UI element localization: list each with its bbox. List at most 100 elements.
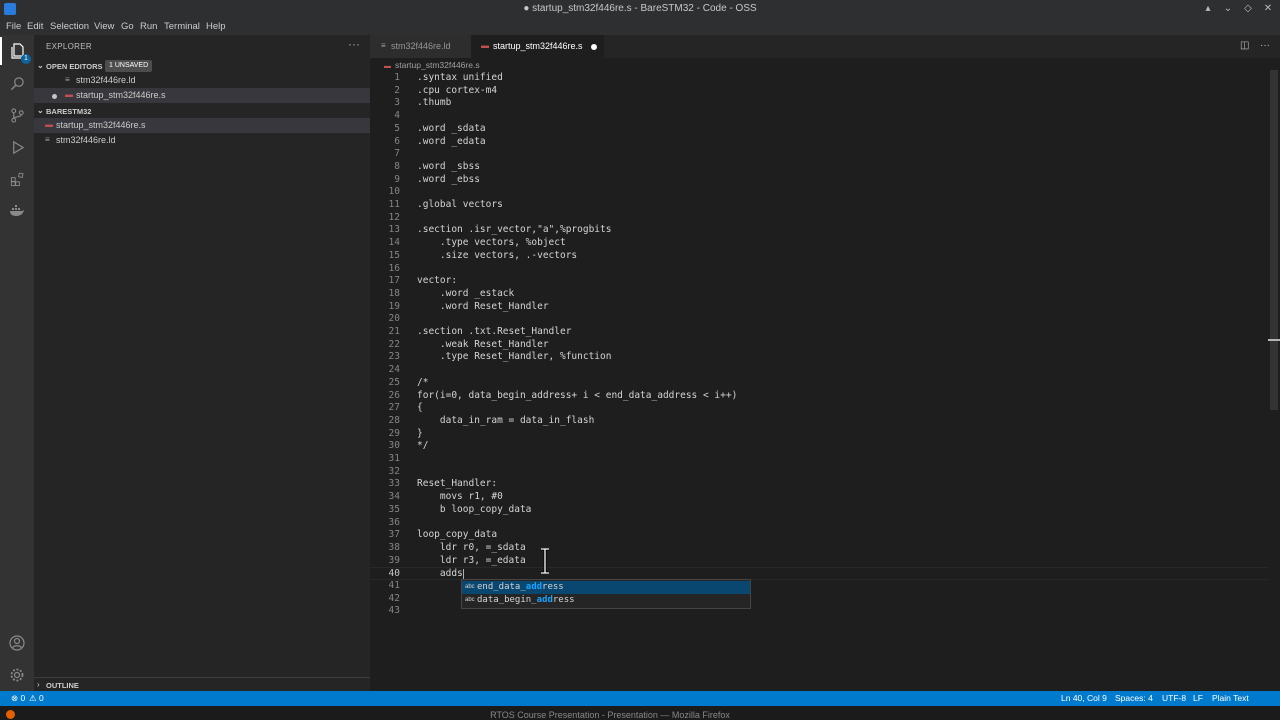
chevron-up-icon[interactable]: ▴ [1202, 3, 1214, 14]
search-icon[interactable] [0, 69, 34, 97]
code-line[interactable]: 39 ldr r3, =_edata [370, 555, 1270, 568]
code-line[interactable]: 14 .type vectors, %object [370, 237, 1270, 250]
code-line[interactable]: 5 .word _sdata [370, 123, 1270, 136]
taskbar-window-title[interactable]: RTOS Course Presentation - Presentation … [0, 710, 1220, 720]
menu-file[interactable]: File [6, 21, 21, 32]
outline-section-header[interactable]: › OUTLINE [34, 677, 370, 692]
code-line[interactable]: 10 [370, 186, 1270, 199]
menu-edit[interactable]: Edit [27, 21, 43, 32]
code-line[interactable]: 33 Reset_Handler: [370, 478, 1270, 491]
code-line[interactable]: 18 .word _estack [370, 288, 1270, 301]
files-icon[interactable]: 1 [0, 37, 34, 65]
code-line[interactable]: 23 .type Reset_Handler, %function [370, 351, 1270, 364]
end-of-line[interactable]: LF [1193, 693, 1203, 703]
tab-stm32f446re-ld[interactable]: ≡ stm32f446re.ld [370, 35, 471, 58]
suggestion-item[interactable]: abc data_begin_address [462, 594, 750, 607]
code-line[interactable]: 38 ldr r0, =_sdata [370, 542, 1270, 555]
code-line[interactable]: 37 loop_copy_data [370, 529, 1270, 542]
code-line[interactable]: 19 .word Reset_Handler [370, 301, 1270, 314]
breadcrumb[interactable]: ▬ startup_stm32f446re.s [384, 60, 480, 70]
cursor-position[interactable]: Ln 40, Col 9 [1061, 693, 1107, 703]
folder-label: BARESTM32 [46, 107, 92, 116]
folder-file-item[interactable]: ≡ stm32f446re.ld [34, 133, 370, 148]
code-line[interactable]: 1 .syntax unified [370, 72, 1270, 85]
code-line[interactable]: 32 [370, 466, 1270, 479]
code-line[interactable]: 11 .global vectors [370, 199, 1270, 212]
code-line[interactable]: 30 */ [370, 440, 1270, 453]
menu-go[interactable]: Go [121, 21, 134, 32]
title-bar: ● startup_stm32f446re.s - BareSTM32 - Co… [0, 0, 1280, 19]
indentation[interactable]: Spaces: 4 [1115, 693, 1153, 703]
open-editor-item[interactable]: ≡ stm32f446re.ld [34, 73, 370, 88]
line-number: 33 [388, 478, 400, 490]
code-line[interactable]: 28 data_in_ram = data_in_flash [370, 415, 1270, 428]
folder-file-item-active[interactable]: ▬ startup_stm32f446re.s [34, 118, 370, 133]
code-line[interactable]: 25 /* [370, 377, 1270, 390]
account-icon[interactable] [0, 629, 34, 657]
suggestion-item-selected[interactable]: abc end_data_address [462, 581, 750, 594]
run-debug-icon[interactable] [0, 133, 34, 161]
menu-run[interactable]: Run [140, 21, 157, 32]
code-line[interactable]: 16 [370, 263, 1270, 276]
autocomplete-widget[interactable]: abc end_data_address abc data_begin_addr… [461, 579, 751, 609]
code-line[interactable]: 22 .weak Reset_Handler [370, 339, 1270, 352]
code-line[interactable]: 7 [370, 148, 1270, 161]
unsaved-dot-icon[interactable] [591, 44, 597, 50]
line-number: 1 [394, 72, 400, 83]
code-line[interactable]: 9 .word _ebss [370, 174, 1270, 187]
line-number: 27 [388, 402, 400, 414]
code-line[interactable]: 36 [370, 517, 1270, 530]
line-number: 11 [388, 199, 400, 210]
problems-warnings[interactable]: ⚠ 0 [29, 693, 44, 704]
menu-terminal[interactable]: Terminal [164, 21, 200, 32]
menu-view[interactable]: View [94, 21, 114, 32]
code-line[interactable]: 12 [370, 212, 1270, 225]
encoding[interactable]: UTF-8 [1162, 693, 1186, 703]
close-icon[interactable]: ✕ [1262, 3, 1274, 14]
code-line[interactable]: 35 b loop_copy_data [370, 504, 1270, 517]
suggestion-label: data_begin_address [477, 595, 575, 605]
line-number: 25 [388, 376, 400, 388]
scrollbar-thumb[interactable] [1270, 70, 1278, 410]
tab-startup-stm32f446re-s[interactable]: ▬ startup_stm32f446re.s [471, 35, 604, 58]
chevron-right-icon: › [37, 680, 40, 689]
explorer-title: EXPLORER [46, 42, 92, 51]
problems-errors[interactable]: ⊗ 0 [11, 693, 25, 704]
open-editors-header[interactable]: ⌄ OPEN EDITORS 1 UNSAVED [34, 60, 370, 74]
maximize-icon[interactable]: ◇ [1242, 3, 1254, 14]
menu-selection[interactable]: Selection [50, 21, 89, 32]
minimize-icon[interactable]: ⌄ [1222, 3, 1234, 14]
code-line[interactable]: 17 vector: [370, 275, 1270, 288]
menu-help[interactable]: Help [206, 21, 226, 32]
more-actions-icon[interactable]: ··· [348, 37, 360, 51]
code-line[interactable]: 15 .size vectors, .-vectors [370, 250, 1270, 263]
settings-gear-icon[interactable] [0, 661, 34, 689]
unsaved-dot-icon [52, 94, 57, 99]
code-line[interactable]: 2 .cpu cortex-m4 [370, 85, 1270, 98]
line-number: 17 [388, 275, 400, 287]
code-line[interactable]: 21 .section .txt.Reset_Handler [370, 326, 1270, 339]
code-line[interactable]: 4 [370, 110, 1270, 123]
code-line[interactable]: 26 for(i=0, data_begin_address+ i < end_d… [370, 390, 1270, 403]
code-line[interactable]: 29} [370, 428, 1270, 441]
code-text: .cpu cortex-m4 [417, 84, 498, 96]
code-line[interactable]: 31 [370, 453, 1270, 466]
code-line[interactable]: 27 { [370, 402, 1270, 415]
os-taskbar: RTOS Course Presentation - Presentation … [0, 706, 1280, 720]
docker-icon[interactable] [0, 197, 34, 225]
code-line[interactable]: 24 [370, 364, 1270, 377]
code-line[interactable]: 6 .word _edata [370, 136, 1270, 149]
more-actions-icon[interactable]: ··· [1260, 40, 1270, 51]
code-line[interactable]: 20 [370, 313, 1270, 326]
editor-scrollbar[interactable] [1268, 70, 1280, 690]
folder-header[interactable]: ⌄ BARESTM32 [34, 105, 370, 119]
code-line[interactable]: 34 movs r1, #0 [370, 491, 1270, 504]
code-line[interactable]: 3 .thumb [370, 97, 1270, 110]
language-mode[interactable]: Plain Text [1212, 693, 1249, 703]
code-line[interactable]: 13 .section .isr_vector,"a",%progbits [370, 224, 1270, 237]
split-editor-icon[interactable]: ◫ [1240, 40, 1249, 51]
code-line[interactable]: 8 .word _sbss [370, 161, 1270, 174]
open-editor-item-active[interactable]: ▬ startup_stm32f446re.s [34, 88, 370, 103]
source-control-icon[interactable] [0, 101, 34, 129]
extensions-icon[interactable] [0, 165, 34, 193]
